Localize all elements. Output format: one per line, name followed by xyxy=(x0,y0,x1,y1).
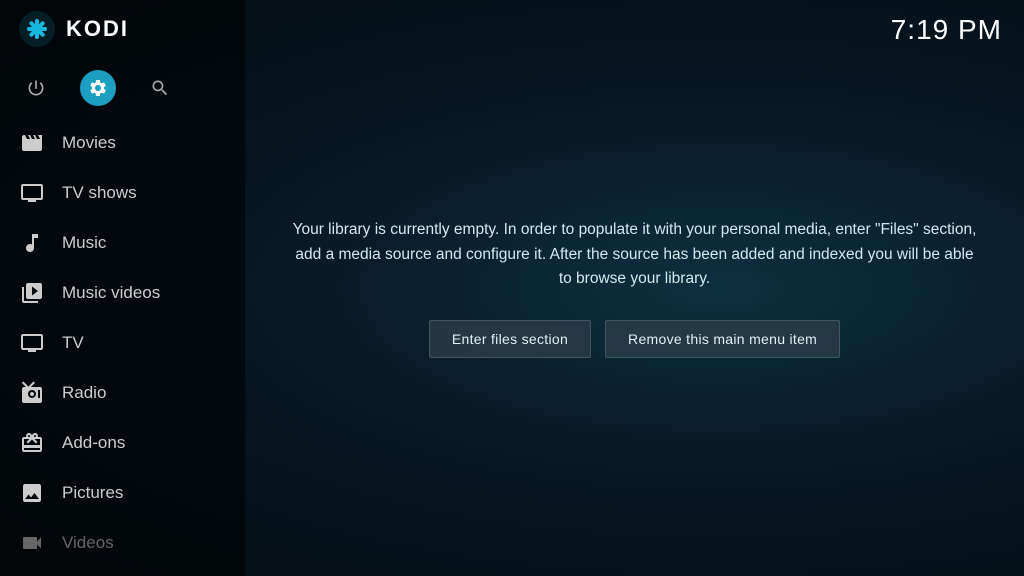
music-icon xyxy=(18,229,46,257)
sidebar: KODI Movies xyxy=(0,0,245,576)
top-bar: KODI xyxy=(0,0,245,58)
sidebar-item-music-videos[interactable]: Music videos xyxy=(0,268,245,318)
app-title: KODI xyxy=(66,16,129,42)
pictures-icon xyxy=(18,479,46,507)
icons-row xyxy=(0,58,245,114)
main-content: Your library is currently empty. In orde… xyxy=(245,0,1024,576)
action-buttons: Enter files section Remove this main men… xyxy=(290,320,980,358)
message-box: Your library is currently empty. In orde… xyxy=(270,218,1000,358)
addons-label: Add-ons xyxy=(62,433,125,453)
music-videos-label: Music videos xyxy=(62,283,160,303)
music-label: Music xyxy=(62,233,106,253)
movies-icon xyxy=(18,129,46,157)
pictures-label: Pictures xyxy=(62,483,123,503)
sidebar-item-tv-shows[interactable]: TV shows xyxy=(0,168,245,218)
addons-icon xyxy=(18,429,46,457)
radio-label: Radio xyxy=(62,383,106,403)
search-icon xyxy=(150,78,170,98)
movies-label: Movies xyxy=(62,133,116,153)
tv-label: TV xyxy=(62,333,84,353)
sidebar-item-music[interactable]: Music xyxy=(0,218,245,268)
tv-shows-label: TV shows xyxy=(62,183,137,203)
power-button[interactable] xyxy=(18,70,54,106)
power-icon xyxy=(26,78,46,98)
settings-button[interactable] xyxy=(80,70,116,106)
tv-icon xyxy=(18,329,46,357)
sidebar-item-pictures[interactable]: Pictures xyxy=(0,468,245,518)
enter-files-button[interactable]: Enter files section xyxy=(429,320,591,358)
music-videos-icon xyxy=(18,279,46,307)
sidebar-item-addons[interactable]: Add-ons xyxy=(0,418,245,468)
sidebar-item-videos[interactable]: Videos xyxy=(0,518,245,568)
videos-icon xyxy=(18,529,46,557)
nav-menu: Movies TV shows Music Music videos TV xyxy=(0,118,245,576)
kodi-logo-icon xyxy=(18,10,56,48)
settings-icon xyxy=(88,78,108,98)
tv-shows-icon xyxy=(18,179,46,207)
radio-icon xyxy=(18,379,46,407)
videos-label: Videos xyxy=(62,533,114,553)
search-button[interactable] xyxy=(142,70,178,106)
remove-menu-item-button[interactable]: Remove this main menu item xyxy=(605,320,840,358)
sidebar-item-radio[interactable]: Radio xyxy=(0,368,245,418)
sidebar-item-tv[interactable]: TV xyxy=(0,318,245,368)
library-empty-message: Your library is currently empty. In orde… xyxy=(290,218,980,292)
logo-area: KODI xyxy=(0,10,245,48)
sidebar-item-movies[interactable]: Movies xyxy=(0,118,245,168)
